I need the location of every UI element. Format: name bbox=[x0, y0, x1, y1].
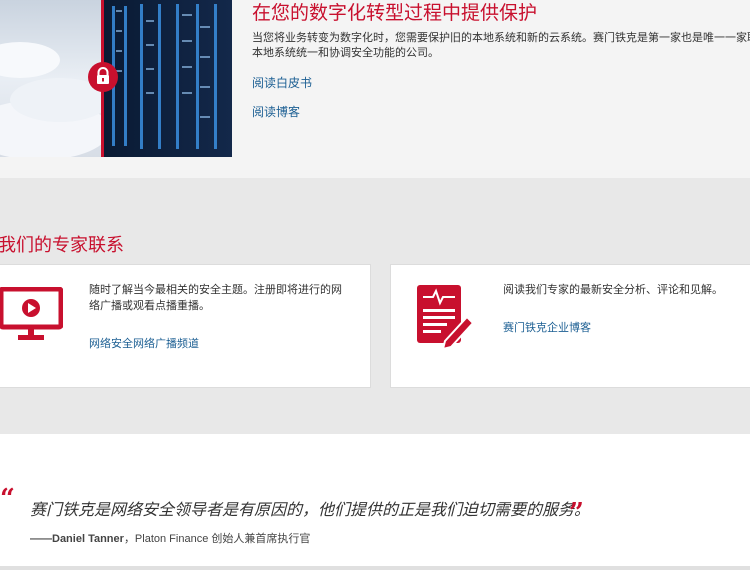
quote-close-icon: ” bbox=[569, 498, 584, 528]
enterprise-blog-link[interactable]: 赛门铁克企业博客 bbox=[503, 319, 591, 335]
experts-section: 我们的专家联系 随时了解当今最相关的安全主题。注册即将进行的网络广播或观看点播重… bbox=[0, 178, 750, 434]
hero-description: 当您将业务转变为数字化时，您需要保护旧的本地系统和新的云系统。赛门铁克是第一家也… bbox=[252, 31, 750, 61]
quote-open-icon: “ bbox=[0, 484, 15, 514]
quote-author: ——Daniel Tanner，Platon Finance 创始人兼首席执行官 bbox=[30, 530, 310, 546]
experts-title: 我们的专家联系 bbox=[0, 235, 124, 255]
hero-description-line1: 当您将业务转变为数字化时，您需要保护旧的本地系统和新的云系统。赛门铁克是第一家也… bbox=[252, 32, 750, 44]
read-blog-link[interactable]: 阅读博客 bbox=[252, 103, 300, 120]
lock-icon bbox=[88, 62, 118, 97]
webcast-card-text: 随时了解当今最相关的安全主题。注册即将进行的网络广播或观看点播重播。 bbox=[89, 284, 342, 312]
quote-author-name: Daniel Tanner bbox=[52, 533, 124, 545]
webcast-channel-link[interactable]: 网络安全网络广播频道 bbox=[89, 335, 199, 351]
datacenter-image bbox=[0, 0, 232, 157]
hero-description-line2: 本地系统统一和协调安全功能的公司。 bbox=[252, 47, 439, 59]
blog-card-text: 阅读我们专家的最新安全分析、评论和见解。 bbox=[503, 284, 723, 296]
bottom-divider bbox=[0, 566, 750, 570]
webcast-card: 随时了解当今最相关的安全主题。注册即将进行的网络广播或观看点播重播。 网络安全网… bbox=[0, 264, 371, 388]
quote-author-title: ，Platon Finance 创始人兼首席执行官 bbox=[123, 533, 311, 545]
hero-section: 在您的数字化转型过程中提供保护 当您将业务转变为数字化时，您需要保护旧的本地系统… bbox=[0, 0, 750, 178]
monitor-play-icon bbox=[0, 286, 64, 350]
hero-title: 在您的数字化转型过程中提供保护 bbox=[252, 3, 538, 24]
testimonial-section: “ 赛门铁克是网络安全领导者是有原因的，他们提供的正是我们迫切需要的服务。 ” … bbox=[0, 434, 750, 570]
read-whitepaper-link[interactable]: 阅读白皮书 bbox=[252, 74, 312, 91]
blog-card: 阅读我们专家的最新安全分析、评论和见解。 赛门铁克企业博客 bbox=[390, 264, 750, 388]
document-pen-icon bbox=[415, 283, 475, 354]
quote-author-dash: —— bbox=[30, 533, 52, 545]
quote-text: 赛门铁克是网络安全领导者是有原因的，他们提供的正是我们迫切需要的服务。 bbox=[30, 502, 591, 519]
